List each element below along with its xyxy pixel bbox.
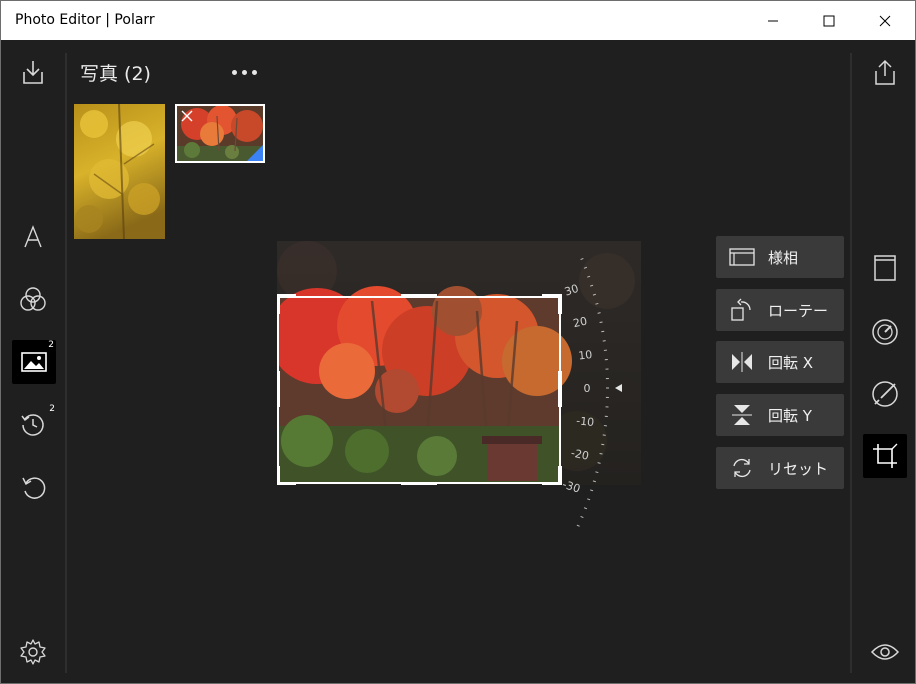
brush-icon: [872, 381, 898, 407]
text-icon: [24, 225, 42, 248]
settings-button[interactable]: [11, 630, 55, 674]
adjust-button[interactable]: [863, 310, 907, 354]
share-button[interactable]: [863, 50, 907, 94]
remove-photo-icon[interactable]: [180, 109, 194, 123]
yellow-leaves-image: [74, 104, 165, 239]
flip-x-button[interactable]: 回転 X: [716, 341, 844, 383]
photo-thumbnail-yellow-leaves[interactable]: [74, 104, 165, 239]
dial-tick: [592, 480, 596, 483]
dial-label: -20: [570, 446, 590, 462]
flip-y-label: 回転 Y: [768, 406, 812, 425]
maximize-icon: [823, 15, 835, 26]
dial-tick: [580, 515, 584, 519]
more-dot: [241, 69, 247, 75]
dial-tick: [599, 452, 603, 455]
dial-tick: [576, 524, 580, 527]
dial-labels: 30 20 10 0 -10 -20 -30: [561, 282, 595, 496]
history-icon: [21, 414, 44, 436]
rotate-label: ローテー: [768, 301, 829, 320]
brush-button[interactable]: [863, 372, 907, 416]
flip-y-icon: [732, 405, 752, 425]
more-options-button[interactable]: [227, 61, 261, 83]
title-bar: Photo Editor | Polarr: [1, 1, 915, 40]
photo-thumbnail-red-maple-selected[interactable]: [175, 104, 265, 163]
more-dot: [231, 69, 237, 75]
import-button[interactable]: [11, 50, 55, 94]
maximize-button[interactable]: [806, 1, 852, 40]
rotate-button[interactable]: ローテー: [716, 289, 844, 331]
image-badge: 2: [48, 340, 54, 350]
dial-tick: [590, 489, 594, 492]
dial-tick: [587, 498, 591, 501]
adjust-dial-icon: [872, 319, 898, 345]
rotation-dial[interactable]: 30 20 10 0 -10 -20 -30: [549, 243, 629, 533]
dial-tick: [597, 312, 601, 314]
dial-tick: [583, 266, 588, 269]
dial-tick: [592, 293, 596, 296]
dial-tick: [583, 507, 588, 510]
dial-tick-marks: [576, 257, 609, 527]
reset-button[interactable]: リセット: [716, 447, 844, 489]
undo-icon: [22, 477, 46, 499]
filters-button[interactable]: [11, 278, 55, 322]
minimize-button[interactable]: [750, 1, 796, 40]
image-icon: [21, 352, 47, 372]
dial-tick: [597, 462, 601, 464]
crop-icon: [873, 443, 898, 468]
photos-title: 写真 (2): [80, 63, 151, 85]
frame-button[interactable]: [863, 246, 907, 290]
aspect-button[interactable]: 様相: [716, 236, 844, 278]
dial-tick: [595, 302, 599, 305]
dial-tick: [590, 284, 594, 287]
dial-label: 0: [584, 382, 591, 395]
preview-eye-icon: [870, 644, 900, 660]
frame-icon: [874, 255, 896, 281]
share-icon: [875, 59, 895, 85]
filters-icon: [20, 287, 46, 311]
flip-x-icon: [732, 352, 752, 372]
dial-tick: [601, 330, 605, 333]
dial-tick: [601, 443, 605, 446]
close-icon: [879, 15, 891, 26]
window-title: Photo Editor | Polarr: [15, 12, 155, 28]
image-panel-button[interactable]: 2: [12, 340, 56, 384]
dial-label: -30: [561, 478, 582, 496]
dial-tick: [580, 257, 584, 261]
rotate-icon: [731, 298, 751, 321]
crop-tool-button[interactable]: [863, 434, 907, 478]
aspect-icon: [729, 248, 755, 266]
minimize-icon: [768, 20, 778, 21]
left-divider: [65, 53, 67, 673]
crop-image-content: [269, 286, 572, 483]
app-window: Photo Editor | Polarr 2 2 写真 (2) 30 20 1…: [0, 0, 916, 684]
settings-icon: [20, 639, 46, 665]
aspect-label: 様相: [768, 248, 799, 267]
dial-tick: [587, 275, 591, 278]
undo-button[interactable]: [11, 465, 55, 509]
dial-label: 30: [563, 282, 580, 299]
preview-button[interactable]: [863, 630, 907, 674]
dial-tick: [599, 321, 603, 324]
dial-label: 10: [578, 348, 593, 362]
text-tool-button[interactable]: [11, 215, 55, 259]
dial-label: -10: [576, 414, 595, 429]
flip-y-button[interactable]: 回転 Y: [716, 394, 844, 436]
more-dot: [251, 69, 257, 75]
dial-pointer: [615, 384, 622, 392]
right-divider: [850, 53, 852, 673]
history-button[interactable]: 2: [11, 402, 55, 446]
dial-label: 20: [572, 315, 588, 331]
reset-icon: [733, 458, 751, 478]
close-button[interactable]: [862, 1, 908, 40]
history-badge: 2: [49, 404, 55, 414]
import-icon: [23, 61, 43, 84]
flip-x-label: 回転 X: [768, 353, 814, 372]
reset-label: リセット: [768, 459, 829, 478]
dial-tick: [595, 471, 599, 474]
